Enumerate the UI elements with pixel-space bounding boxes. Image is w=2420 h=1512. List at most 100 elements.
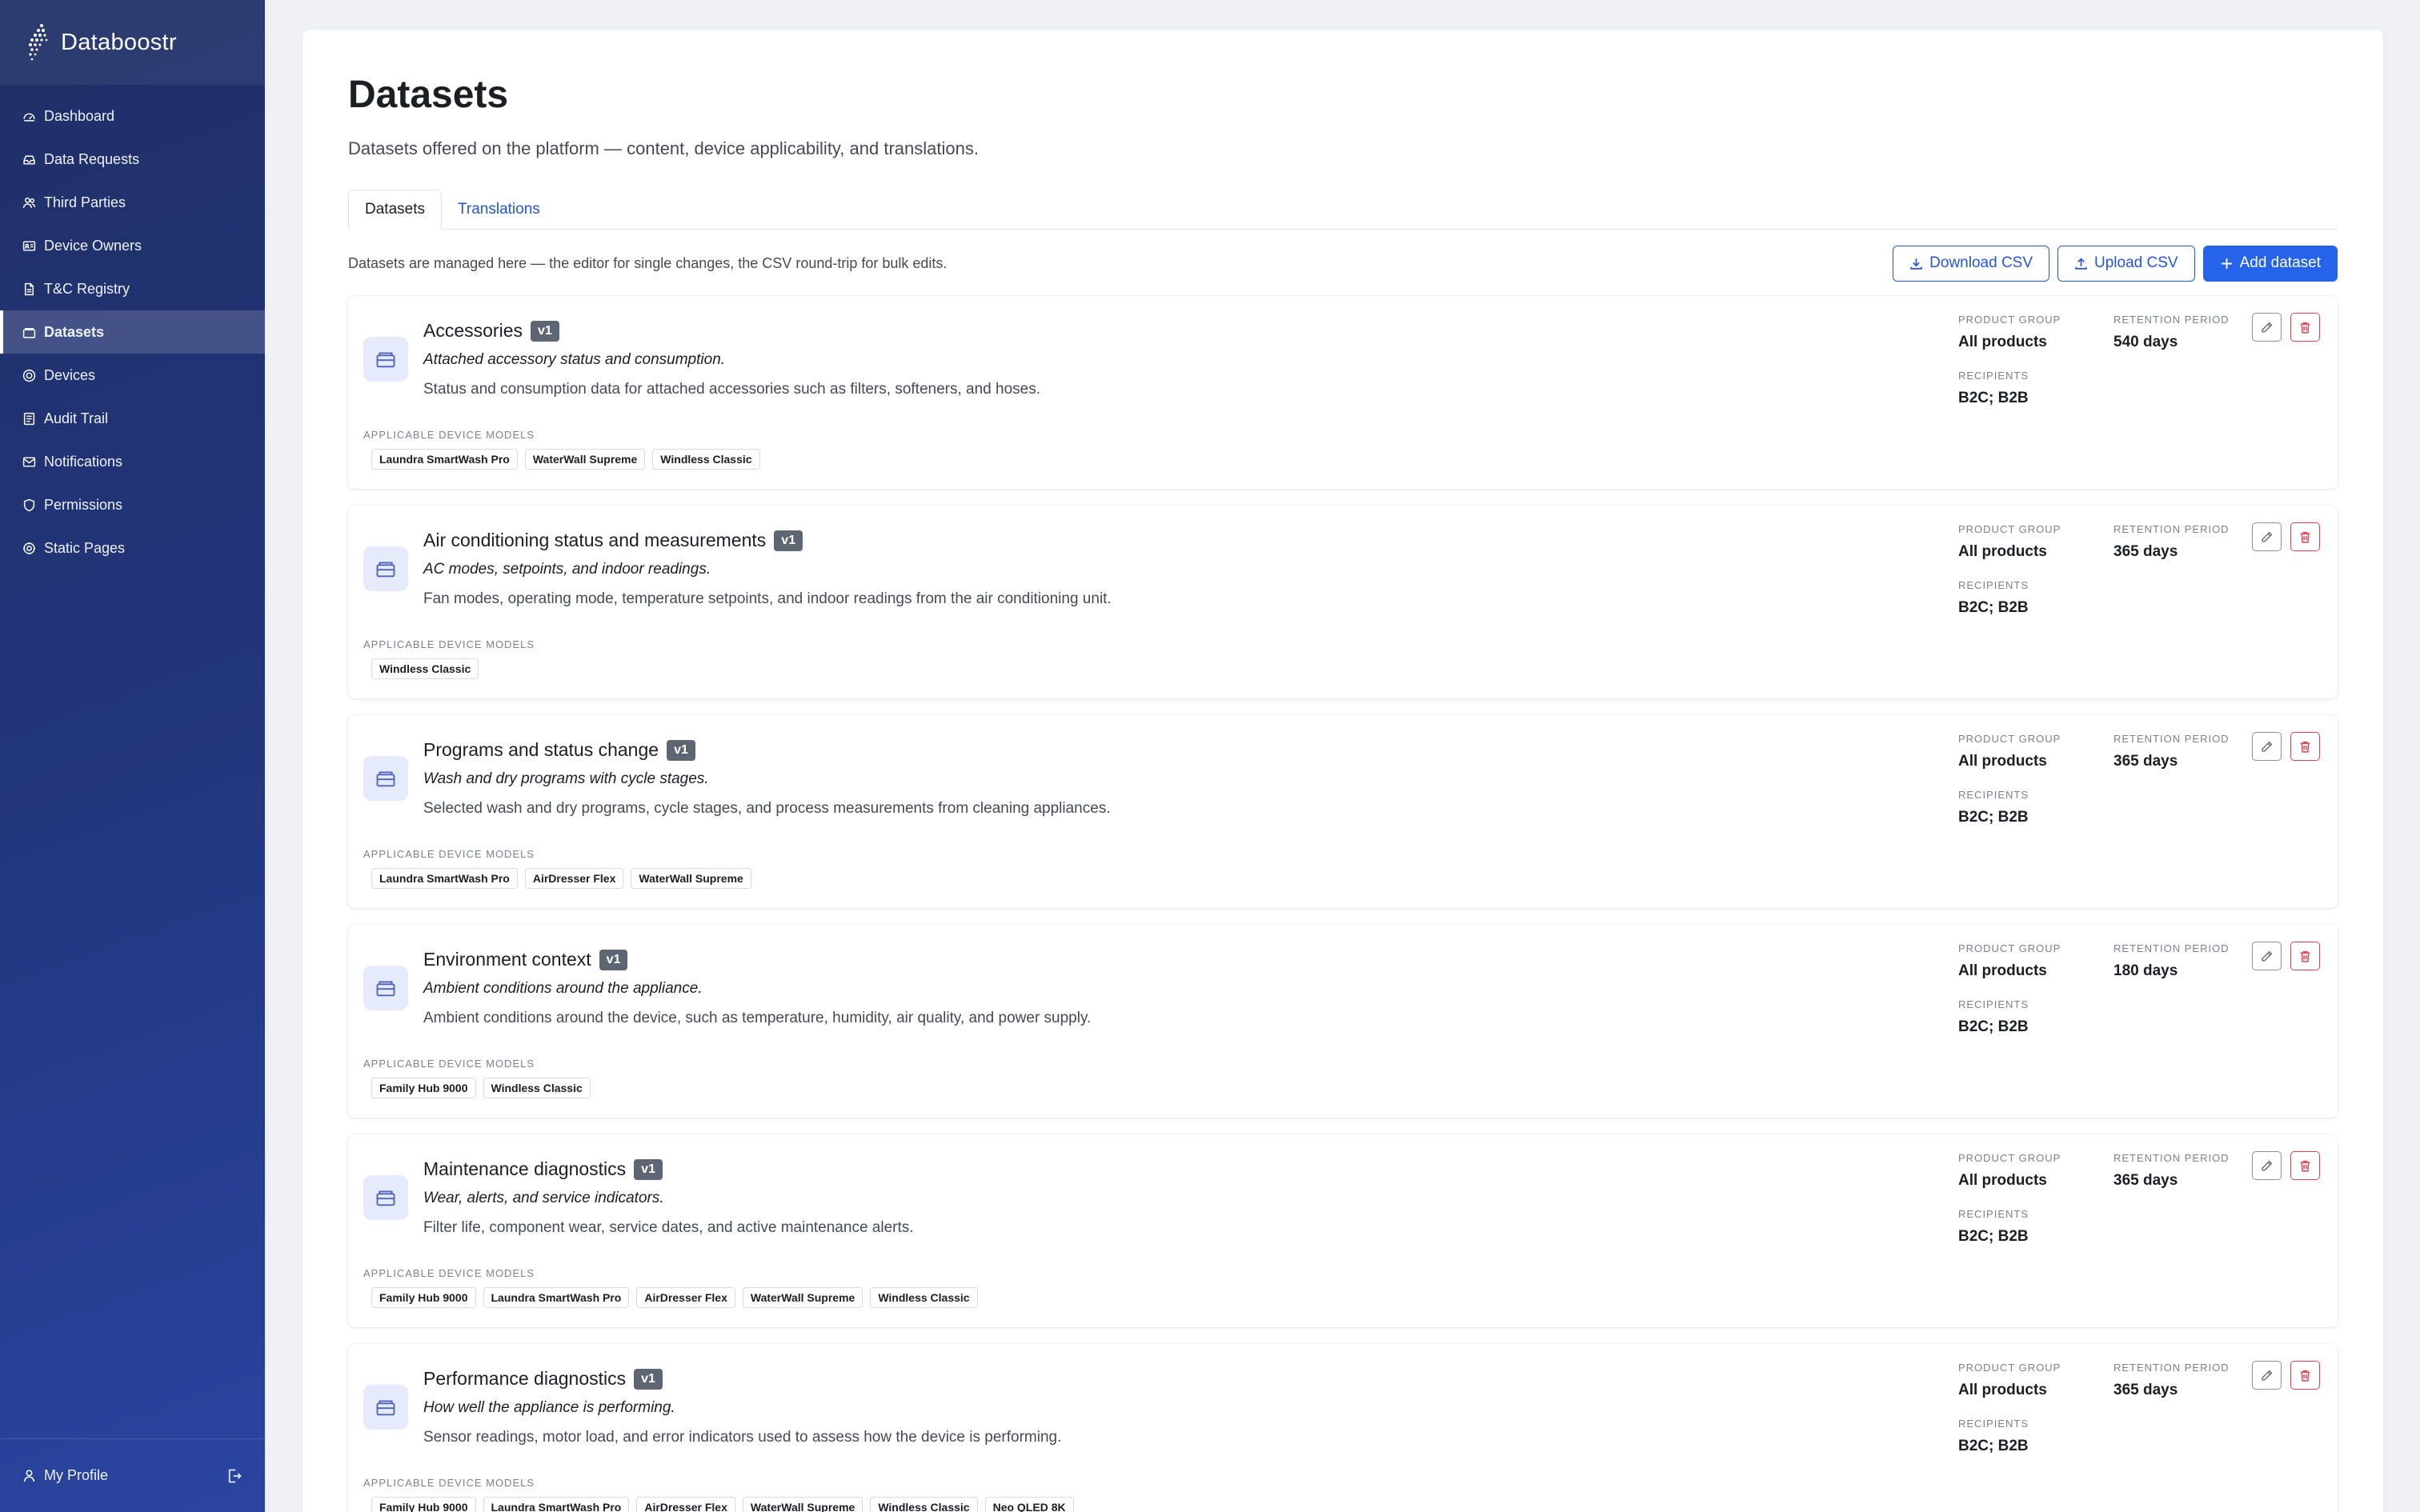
- retention-period: RETENTION PERIOD 365 days: [2113, 1362, 2230, 1399]
- retention-period-label: RETENTION PERIOD: [2113, 1362, 2230, 1374]
- sidebar-item-devices[interactable]: Devices: [0, 354, 265, 397]
- edit-button[interactable]: [2252, 942, 2282, 970]
- dataset-description: Sensor readings, motor load, and error i…: [423, 1429, 1062, 1446]
- plus-icon: [2221, 258, 2232, 269]
- retention-period-value: 365 days: [2113, 1172, 2178, 1189]
- product-group-label: PRODUCT GROUP: [1958, 523, 2061, 535]
- retention-period-value: 540 days: [2113, 334, 2178, 350]
- sidebar-item-device-owners[interactable]: Device Owners: [0, 224, 265, 267]
- delete-button[interactable]: [2290, 1361, 2320, 1390]
- gear-icon: [23, 542, 35, 554]
- sidebar-item-tc-registry[interactable]: T&C Registry: [0, 267, 265, 310]
- my-profile-link[interactable]: My Profile: [22, 1467, 226, 1484]
- version-badge: v1: [599, 949, 628, 970]
- retention-period-value: 365 days: [2113, 753, 2178, 770]
- dataset-title-row: Maintenance diagnostics v1: [423, 1158, 1889, 1180]
- dataset-card: Air conditioning status and measurements…: [348, 506, 2338, 698]
- tab-datasets[interactable]: Datasets: [348, 190, 442, 230]
- sidebar-item-audit-trail[interactable]: Audit Trail: [0, 397, 265, 440]
- dataset-description: Status and consumption data for attached…: [423, 381, 1040, 398]
- device-model-chip: AirDresser Flex: [524, 868, 624, 889]
- logout-icon[interactable]: [226, 1468, 242, 1484]
- retention-period: RETENTION PERIOD 180 days: [2113, 942, 2230, 980]
- sidebar-item-label: Notifications: [44, 453, 123, 470]
- page-subtitle: Datasets offered on the platform — conte…: [348, 138, 979, 158]
- product-group-label: PRODUCT GROUP: [1958, 733, 2061, 745]
- device-model-chip: WaterWall Supreme: [742, 1287, 863, 1308]
- device-model-chip: Laundra SmartWash Pro: [371, 868, 518, 889]
- product-group-value: All products: [1958, 962, 2047, 979]
- user-icon: [23, 1470, 35, 1482]
- dataset-list: Accessories v1 Attached accessory status…: [348, 296, 2338, 1512]
- delete-button[interactable]: [2290, 1151, 2320, 1180]
- tab-translations[interactable]: Translations: [442, 190, 556, 230]
- recipients-value: B2C; B2B: [1958, 809, 2029, 826]
- add-dataset-button[interactable]: Add dataset: [2202, 245, 2338, 282]
- product-group: PRODUCT GROUP All products: [1958, 1152, 2061, 1190]
- sidebar-item-data-requests[interactable]: Data Requests: [0, 138, 265, 181]
- trash-icon: [2300, 322, 2310, 334]
- sidebar-item-third-parties[interactable]: Third Parties: [0, 181, 265, 224]
- delete-button[interactable]: [2290, 942, 2320, 970]
- trash-icon: [2300, 531, 2310, 543]
- device-model-chip: Family Hub 9000: [371, 1078, 476, 1098]
- product-group-value: All products: [1958, 334, 2047, 350]
- upload-csv-button[interactable]: Upload CSV: [2057, 245, 2195, 282]
- dataset-actions: [2252, 1361, 2320, 1390]
- dashboard-icon: [23, 113, 35, 122]
- product-group: PRODUCT GROUP All products: [1958, 733, 2061, 770]
- recipients: RECIPIENTS B2C; B2B: [1958, 789, 2029, 826]
- dataset-card: Performance diagnostics v1 How well the …: [348, 1344, 2338, 1512]
- retention-period: RETENTION PERIOD 365 days: [2113, 523, 2230, 561]
- upload-icon: [2075, 257, 2087, 270]
- delete-button[interactable]: [2290, 732, 2320, 761]
- applicable-models-label: APPLICABLE DEVICE MODELS: [363, 1267, 535, 1279]
- dataset-description: Fan modes, operating mode, temperature s…: [423, 590, 1112, 607]
- sidebar-item-notifications[interactable]: Notifications: [0, 440, 265, 483]
- device-model-chip: Windless Classic: [870, 1287, 978, 1308]
- sidebar-item-label: Third Parties: [44, 194, 126, 210]
- download-csv-button[interactable]: Download CSV: [1893, 245, 2050, 282]
- product-group-label: PRODUCT GROUP: [1958, 1362, 2061, 1374]
- product-group-value: All products: [1958, 1172, 2047, 1189]
- delete-button[interactable]: [2290, 522, 2320, 551]
- dataset-icon: [363, 1385, 408, 1430]
- dataset-tagline: Attached accessory status and consumptio…: [423, 351, 726, 368]
- recipients-label: RECIPIENTS: [1958, 998, 2029, 1010]
- recipients-value: B2C; B2B: [1958, 599, 2029, 616]
- dataset-description: Selected wash and dry programs, cycle st…: [423, 800, 1111, 817]
- device-model-chip: Windless Classic: [371, 658, 479, 679]
- delete-button[interactable]: [2290, 313, 2320, 342]
- brand[interactable]: Databoostr: [0, 0, 265, 85]
- edit-button[interactable]: [2252, 313, 2282, 342]
- sidebar-item-label: Data Requests: [44, 150, 140, 167]
- dataset-title: Environment context: [423, 949, 591, 970]
- edit-button[interactable]: [2252, 1151, 2282, 1180]
- sidebar-item-static-pages[interactable]: Static Pages: [0, 526, 265, 570]
- inbox-icon: [23, 155, 35, 165]
- sidebar-item-datasets[interactable]: Datasets: [0, 310, 265, 354]
- trash-icon: [2300, 1370, 2310, 1382]
- retention-period-label: RETENTION PERIOD: [2113, 314, 2230, 326]
- dataset-card: Environment context v1 Ambient condition…: [348, 925, 2338, 1118]
- version-badge: v1: [634, 1368, 663, 1390]
- product-group: PRODUCT GROUP All products: [1958, 523, 2061, 561]
- edit-button[interactable]: [2252, 732, 2282, 761]
- dataset-card: Programs and status change v1 Wash and d…: [348, 715, 2338, 908]
- product-group-label: PRODUCT GROUP: [1958, 942, 2061, 954]
- device-model-chip: Laundra SmartWash Pro: [483, 1287, 630, 1308]
- page-title: Datasets: [348, 74, 509, 116]
- sidebar-item-permissions[interactable]: Permissions: [0, 483, 265, 526]
- sidebar-item-dashboard[interactable]: Dashboard: [0, 94, 265, 138]
- recipients-value: B2C; B2B: [1958, 1438, 2029, 1454]
- sidebar-item-label: Datasets: [44, 323, 105, 340]
- retention-period-value: 365 days: [2113, 543, 2178, 560]
- dataset-actions: [2252, 313, 2320, 342]
- retention-period-label: RETENTION PERIOD: [2113, 733, 2230, 745]
- edit-button[interactable]: [2252, 1361, 2282, 1390]
- edit-button[interactable]: [2252, 522, 2282, 551]
- retention-period-label: RETENTION PERIOD: [2113, 523, 2230, 535]
- recipients-label: RECIPIENTS: [1958, 1418, 2029, 1430]
- recipients: RECIPIENTS B2C; B2B: [1958, 1418, 2029, 1455]
- product-group-label: PRODUCT GROUP: [1958, 1152, 2061, 1164]
